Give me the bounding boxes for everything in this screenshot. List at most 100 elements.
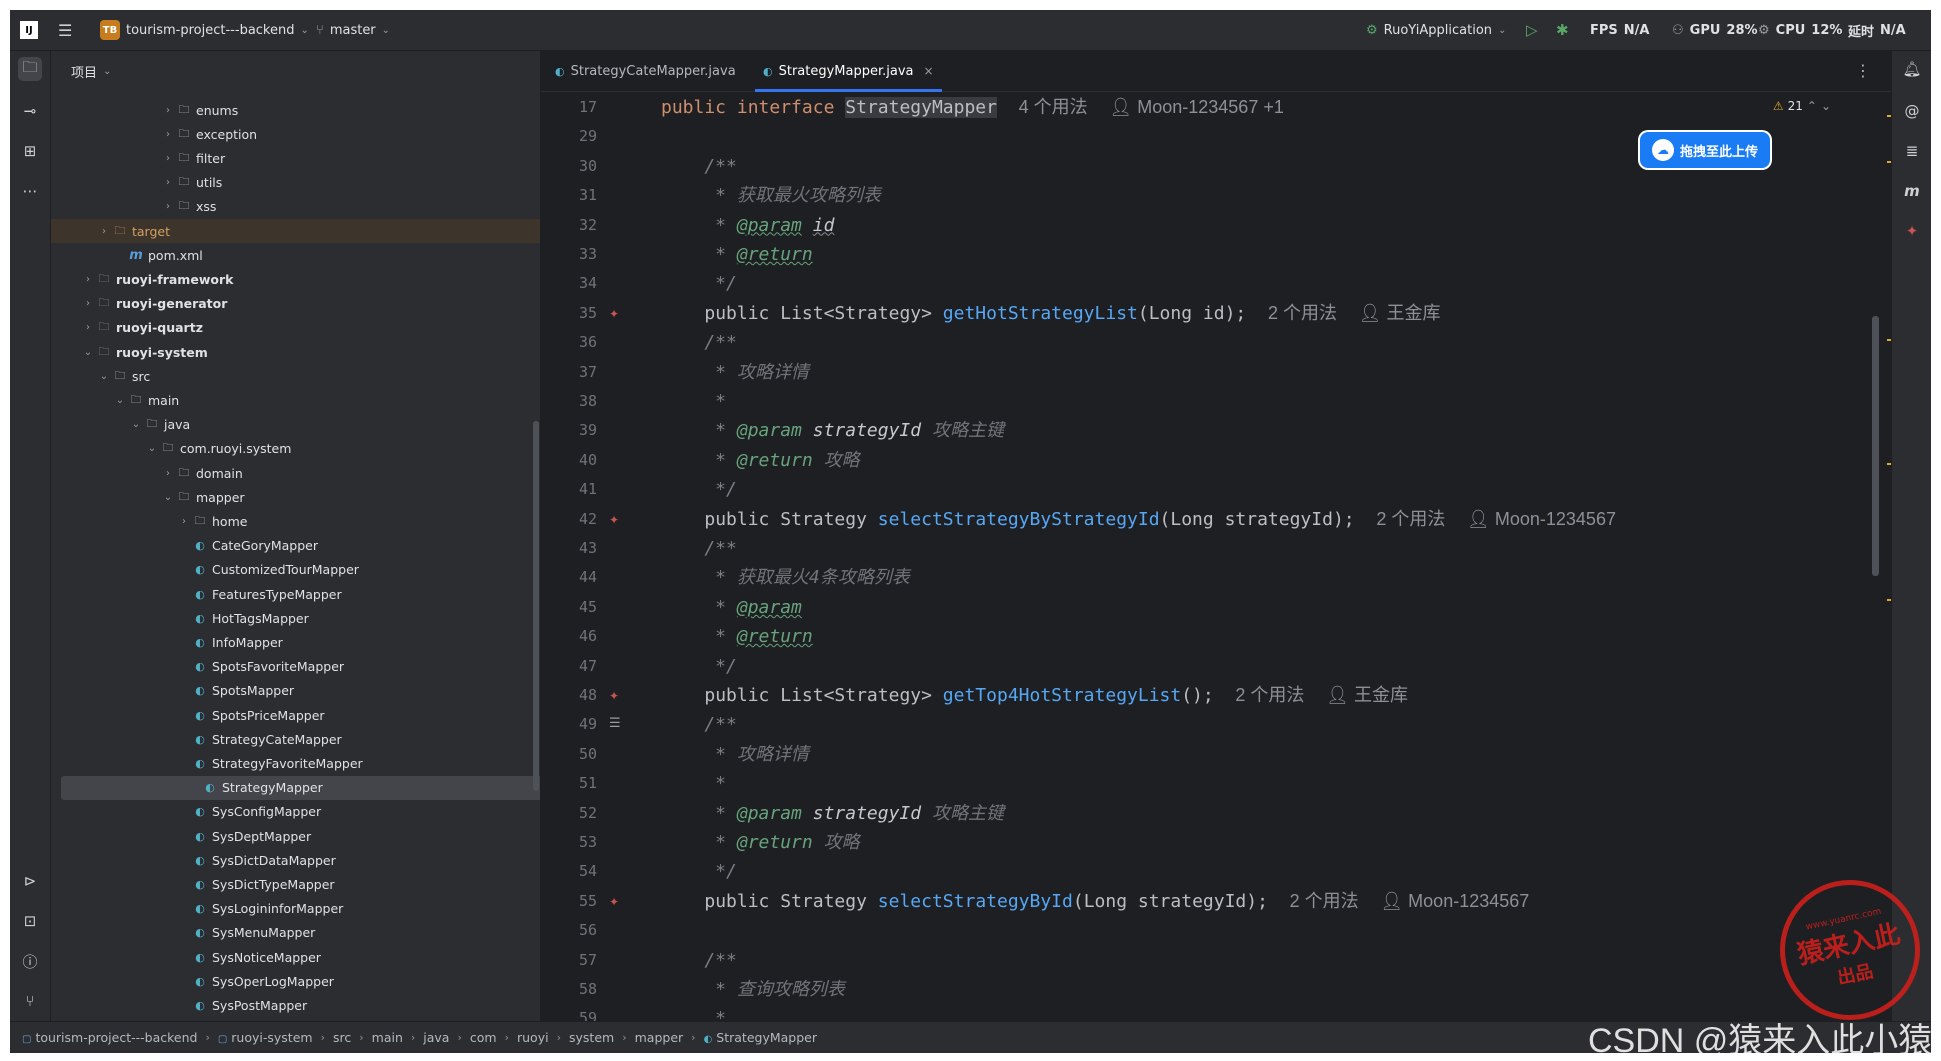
tab-strategymapper[interactable]: ◐ StrategyMapper.java × <box>755 51 942 92</box>
database-icon[interactable]: ≣ <box>1900 139 1924 163</box>
tree-item[interactable]: ◐ StrategyCateMapper <box>51 727 540 751</box>
breadcrumb-item[interactable]: main <box>372 1030 403 1045</box>
tree-item[interactable]: ◐ SysDictTypeMapper <box>51 872 540 896</box>
hamburger-menu-icon[interactable]: ☰ <box>58 10 72 50</box>
chevron-down-icon[interactable]: ⌄ <box>97 371 111 382</box>
tree-item[interactable]: ◐ InfoMapper <box>51 630 540 654</box>
chevron-right-icon[interactable]: › <box>97 226 111 237</box>
breadcrumb-item[interactable]: ruoyi <box>517 1030 549 1045</box>
tree-item[interactable]: ⌄ 🗀 ruoyi-system <box>51 340 540 364</box>
chevron-right-icon[interactable]: › <box>161 105 175 116</box>
notifications-bell-icon[interactable]: 🔔︎ <box>1900 57 1924 81</box>
chevron-down-icon[interactable]: ⌄ <box>145 443 159 454</box>
breadcrumb-item[interactable]: system <box>569 1030 614 1045</box>
tree-item[interactable]: › 🗀 ruoyi-generator <box>51 292 540 316</box>
debug-icon[interactable]: ✱ <box>1556 10 1569 50</box>
chevron-down-icon[interactable]: ⌄ <box>81 347 95 358</box>
chevron-down-icon[interactable]: ⌄ <box>113 395 127 406</box>
project-selector[interactable]: TB tourism-project---backend ⌄ <box>100 10 309 50</box>
tree-item[interactable]: ◐ SysLogininforMapper <box>51 897 540 921</box>
author-hint[interactable]: 👤︎ Moon-1234567 +1 <box>1109 97 1283 117</box>
git-tool-icon[interactable]: ⑂ <box>18 989 42 1013</box>
tree-item[interactable]: › 🗀 ruoyi-framework <box>51 267 540 291</box>
tree-item[interactable]: › 🗀 filter <box>51 146 540 170</box>
usages-hint[interactable]: 4 个用法 <box>1019 97 1088 117</box>
chevron-right-icon[interactable]: › <box>161 129 175 140</box>
usages-hint[interactable]: 2 个用法 <box>1235 685 1304 705</box>
chevron-right-icon[interactable]: › <box>161 177 175 188</box>
author-hint[interactable]: 👤︎ Moon-1234567 <box>1380 891 1529 911</box>
tree-item[interactable]: ◐ SpotsMapper <box>51 679 540 703</box>
tree-item[interactable]: ◐ HotTagsMapper <box>51 606 540 630</box>
tree-item[interactable]: ◐ SysMenuMapper <box>51 921 540 945</box>
breadcrumb-item[interactable]: mapper <box>635 1030 684 1045</box>
terminal-tool-icon[interactable]: ⊡ <box>18 909 42 933</box>
tree-item[interactable]: ◐ SpotsFavoriteMapper <box>51 655 540 679</box>
mybatis-bird-icon[interactable]: ✦ <box>1900 219 1924 243</box>
commit-tool-icon[interactable]: ⊸ <box>18 99 42 123</box>
tree-item[interactable]: › 🗀 utils <box>51 171 540 195</box>
chevron-right-icon[interactable]: › <box>161 153 175 164</box>
tree-item[interactable]: ◐ SysNoticeMapper <box>51 945 540 969</box>
mybatis-navigate-icon[interactable]: ✦ <box>609 307 627 321</box>
tree-item[interactable]: ◐ FeaturesTypeMapper <box>51 582 540 606</box>
more-tools-icon[interactable]: ⋯ <box>18 179 42 203</box>
tree-item[interactable]: ⌄ 🗀 com.ruoyi.system <box>51 437 540 461</box>
tree-item[interactable]: › 🗀 domain <box>51 461 540 485</box>
breadcrumb-item[interactable]: ◐ StrategyMapper <box>704 1030 817 1045</box>
tree-item[interactable]: m pom.xml <box>51 243 540 267</box>
tab-more-icon[interactable]: ⋮ <box>1855 61 1871 80</box>
usages-hint[interactable]: 2 个用法 <box>1290 891 1359 911</box>
tree-item[interactable]: ⌄ 🗀 src <box>51 364 540 388</box>
close-tab-icon[interactable]: × <box>924 64 934 78</box>
tree-item[interactable]: › 🗀 exception <box>51 122 540 146</box>
breadcrumb-item[interactable]: com <box>470 1030 497 1045</box>
chevron-right-icon[interactable]: › <box>161 201 175 212</box>
chevron-right-icon[interactable]: › <box>161 468 175 479</box>
services-tool-icon[interactable]: ⊳ <box>18 869 42 893</box>
tree-item[interactable]: ◐ SysPostMapper <box>51 993 540 1017</box>
tree-item[interactable]: ◐ SysOperLogMapper <box>51 969 540 993</box>
tree-item[interactable]: ⌄ 🗀 mapper <box>51 485 540 509</box>
tree-item[interactable]: ◐ SysDeptMapper <box>51 824 540 848</box>
chevron-down-icon[interactable]: ⌄ <box>161 492 175 503</box>
chevron-right-icon[interactable]: › <box>81 298 95 309</box>
usages-hint[interactable]: 2 个用法 <box>1376 509 1445 529</box>
editor-scrollbar[interactable] <box>1872 316 1879 576</box>
mybatis-navigate-icon[interactable]: ✦ <box>609 689 627 703</box>
tree-item[interactable]: ⌄ 🗀 java <box>51 413 540 437</box>
tree-item[interactable]: ◐ SysDictDataMapper <box>51 848 540 872</box>
tree-item[interactable]: › 🗀 home <box>51 509 540 533</box>
ai-assistant-icon[interactable]: @ <box>1900 99 1924 123</box>
tree-item[interactable]: ◐ SpotsPriceMapper <box>51 703 540 727</box>
author-hint[interactable]: 👤︎ Moon-1234567 <box>1467 509 1616 529</box>
run-config-selector[interactable]: ⚙ RuoYiApplication ⌄ <box>1366 10 1506 50</box>
tree-item[interactable]: › 🗀 enums <box>51 98 540 122</box>
tree-item[interactable]: › 🗀 ruoyi-quartz <box>51 316 540 340</box>
code-view[interactable]: public interface StrategyMapper 4 个用法 👤︎… <box>661 91 1841 1029</box>
breadcrumb-item[interactable]: ▢ ruoyi-system <box>218 1030 313 1045</box>
problems-tool-icon[interactable]: ⓘ <box>18 949 42 973</box>
doc-render-toggle-icon[interactable]: ☰ <box>609 716 627 731</box>
breadcrumb-item[interactable]: src <box>333 1030 351 1045</box>
mybatis-navigate-icon[interactable]: ✦ <box>609 513 627 527</box>
tree-item[interactable]: ◐ CustomizedTourMapper <box>51 558 540 582</box>
tab-strategycatemapper[interactable]: ◐ StrategyCateMapper.java <box>555 51 736 91</box>
tree-item[interactable]: › 🗀 target <box>51 219 540 243</box>
structure-tool-icon[interactable]: ⊞ <box>18 139 42 163</box>
mybatis-navigate-icon[interactable]: ✦ <box>609 895 627 909</box>
tree-item[interactable]: ◐ SysConfigMapper <box>51 800 540 824</box>
branch-selector[interactable]: ⑂ master ⌄ <box>316 10 390 50</box>
tree-item[interactable]: ⌄ 🗀 main <box>51 388 540 412</box>
tree-item[interactable]: ◐ StrategyFavoriteMapper <box>51 751 540 775</box>
chevron-down-icon[interactable]: ⌄ <box>129 419 143 430</box>
project-panel-header[interactable]: 项目 ⌄ <box>51 51 540 91</box>
upload-drop-button[interactable]: ☁ 拖拽至此上传 <box>1640 132 1770 168</box>
project-tool-folder-icon[interactable]: 🗀 <box>18 57 42 81</box>
chevron-right-icon[interactable]: › <box>81 322 95 333</box>
main-menu[interactable]: IJ <box>20 10 38 50</box>
usages-hint[interactable]: 2 个用法 <box>1268 303 1337 323</box>
project-panel-scrollbar[interactable] <box>533 421 539 791</box>
chevron-right-icon[interactable]: › <box>81 274 95 285</box>
run-icon[interactable]: ▷ <box>1526 10 1538 50</box>
